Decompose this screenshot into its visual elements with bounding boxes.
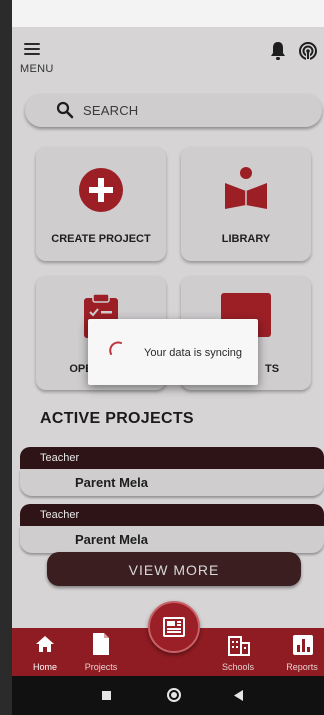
loading-spinner-icon (109, 341, 122, 355)
modal-overlay: Your data is syncing (12, 0, 324, 715)
sync-message: Your data is syncing (144, 347, 243, 359)
app-screen: MENU SEARCH CREATE PROJECT LIBRARY OPE T… (12, 0, 324, 715)
sync-dialog: Your data is syncing (88, 319, 258, 385)
